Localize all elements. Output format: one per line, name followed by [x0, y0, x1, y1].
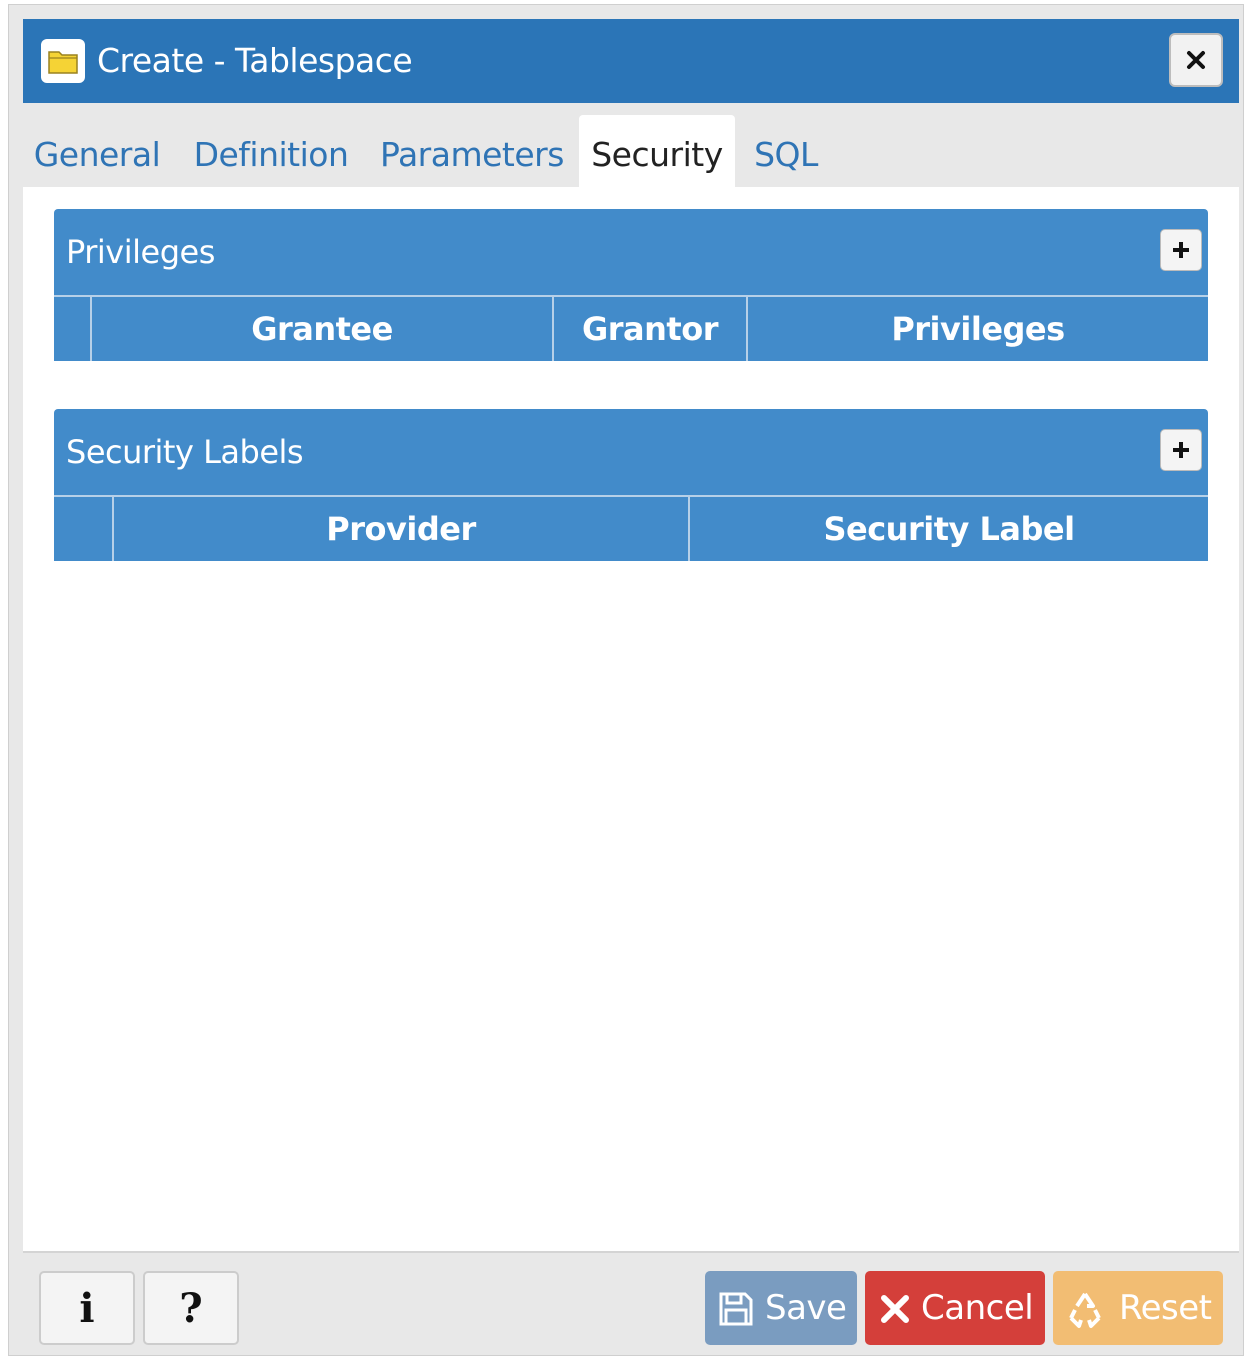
create-tablespace-dialog: Create - Tablespace General Definition P…	[8, 4, 1244, 1356]
info-icon: i	[79, 1285, 95, 1332]
column-security-label[interactable]: Security Label	[688, 497, 1208, 561]
security-labels-title: Security Labels	[66, 433, 304, 471]
plus-icon	[1173, 442, 1189, 458]
cancel-label: Cancel	[921, 1288, 1034, 1328]
dialog-footer: i ? Save Cancel Reset	[23, 1251, 1239, 1355]
add-security-label-button[interactable]	[1160, 429, 1202, 471]
column-provider[interactable]: Provider	[112, 497, 688, 561]
column-grantee[interactable]: Grantee	[90, 297, 552, 361]
tab-content: Privileges Grantee Grantor Privileges Se…	[23, 187, 1239, 1251]
reset-button[interactable]: Reset	[1053, 1271, 1223, 1345]
plus-icon	[1173, 242, 1189, 258]
help-button[interactable]: ?	[143, 1271, 239, 1345]
reset-label: Reset	[1119, 1288, 1212, 1328]
security-labels-header: Security Labels	[54, 409, 1208, 495]
save-label: Save	[765, 1288, 847, 1328]
tab-general[interactable]: General	[27, 115, 167, 187]
tab-bar: General Definition Parameters Security S…	[23, 103, 1239, 187]
privileges-header: Privileges	[54, 209, 1208, 295]
close-icon	[881, 1295, 909, 1323]
dialog-title: Create - Tablespace	[97, 41, 413, 80]
row-select-column	[54, 297, 90, 361]
help-icon: ?	[179, 1285, 203, 1332]
info-button[interactable]: i	[39, 1271, 135, 1345]
tab-parameters[interactable]: Parameters	[377, 115, 567, 187]
save-icon	[719, 1292, 753, 1326]
column-grantor[interactable]: Grantor	[552, 297, 746, 361]
save-button[interactable]: Save	[705, 1271, 857, 1345]
column-privileges[interactable]: Privileges	[746, 297, 1208, 361]
cancel-button[interactable]: Cancel	[865, 1271, 1045, 1345]
dialog-titlebar: Create - Tablespace	[23, 19, 1239, 103]
tab-security[interactable]: Security	[579, 115, 735, 187]
tab-sql[interactable]: SQL	[745, 115, 827, 187]
security-labels-panel: Security Labels Provider Security Label	[54, 409, 1208, 561]
folder-icon	[41, 39, 85, 83]
row-select-column	[54, 497, 112, 561]
recycle-icon	[1069, 1292, 1101, 1328]
privileges-panel: Privileges Grantee Grantor Privileges	[54, 209, 1208, 361]
security-labels-column-header: Provider Security Label	[54, 495, 1208, 561]
privileges-title: Privileges	[66, 233, 215, 271]
privileges-column-header: Grantee Grantor Privileges	[54, 295, 1208, 361]
tab-definition[interactable]: Definition	[185, 115, 357, 187]
add-privilege-button[interactable]	[1160, 229, 1202, 271]
close-icon	[1187, 51, 1205, 69]
close-button[interactable]	[1169, 33, 1223, 87]
